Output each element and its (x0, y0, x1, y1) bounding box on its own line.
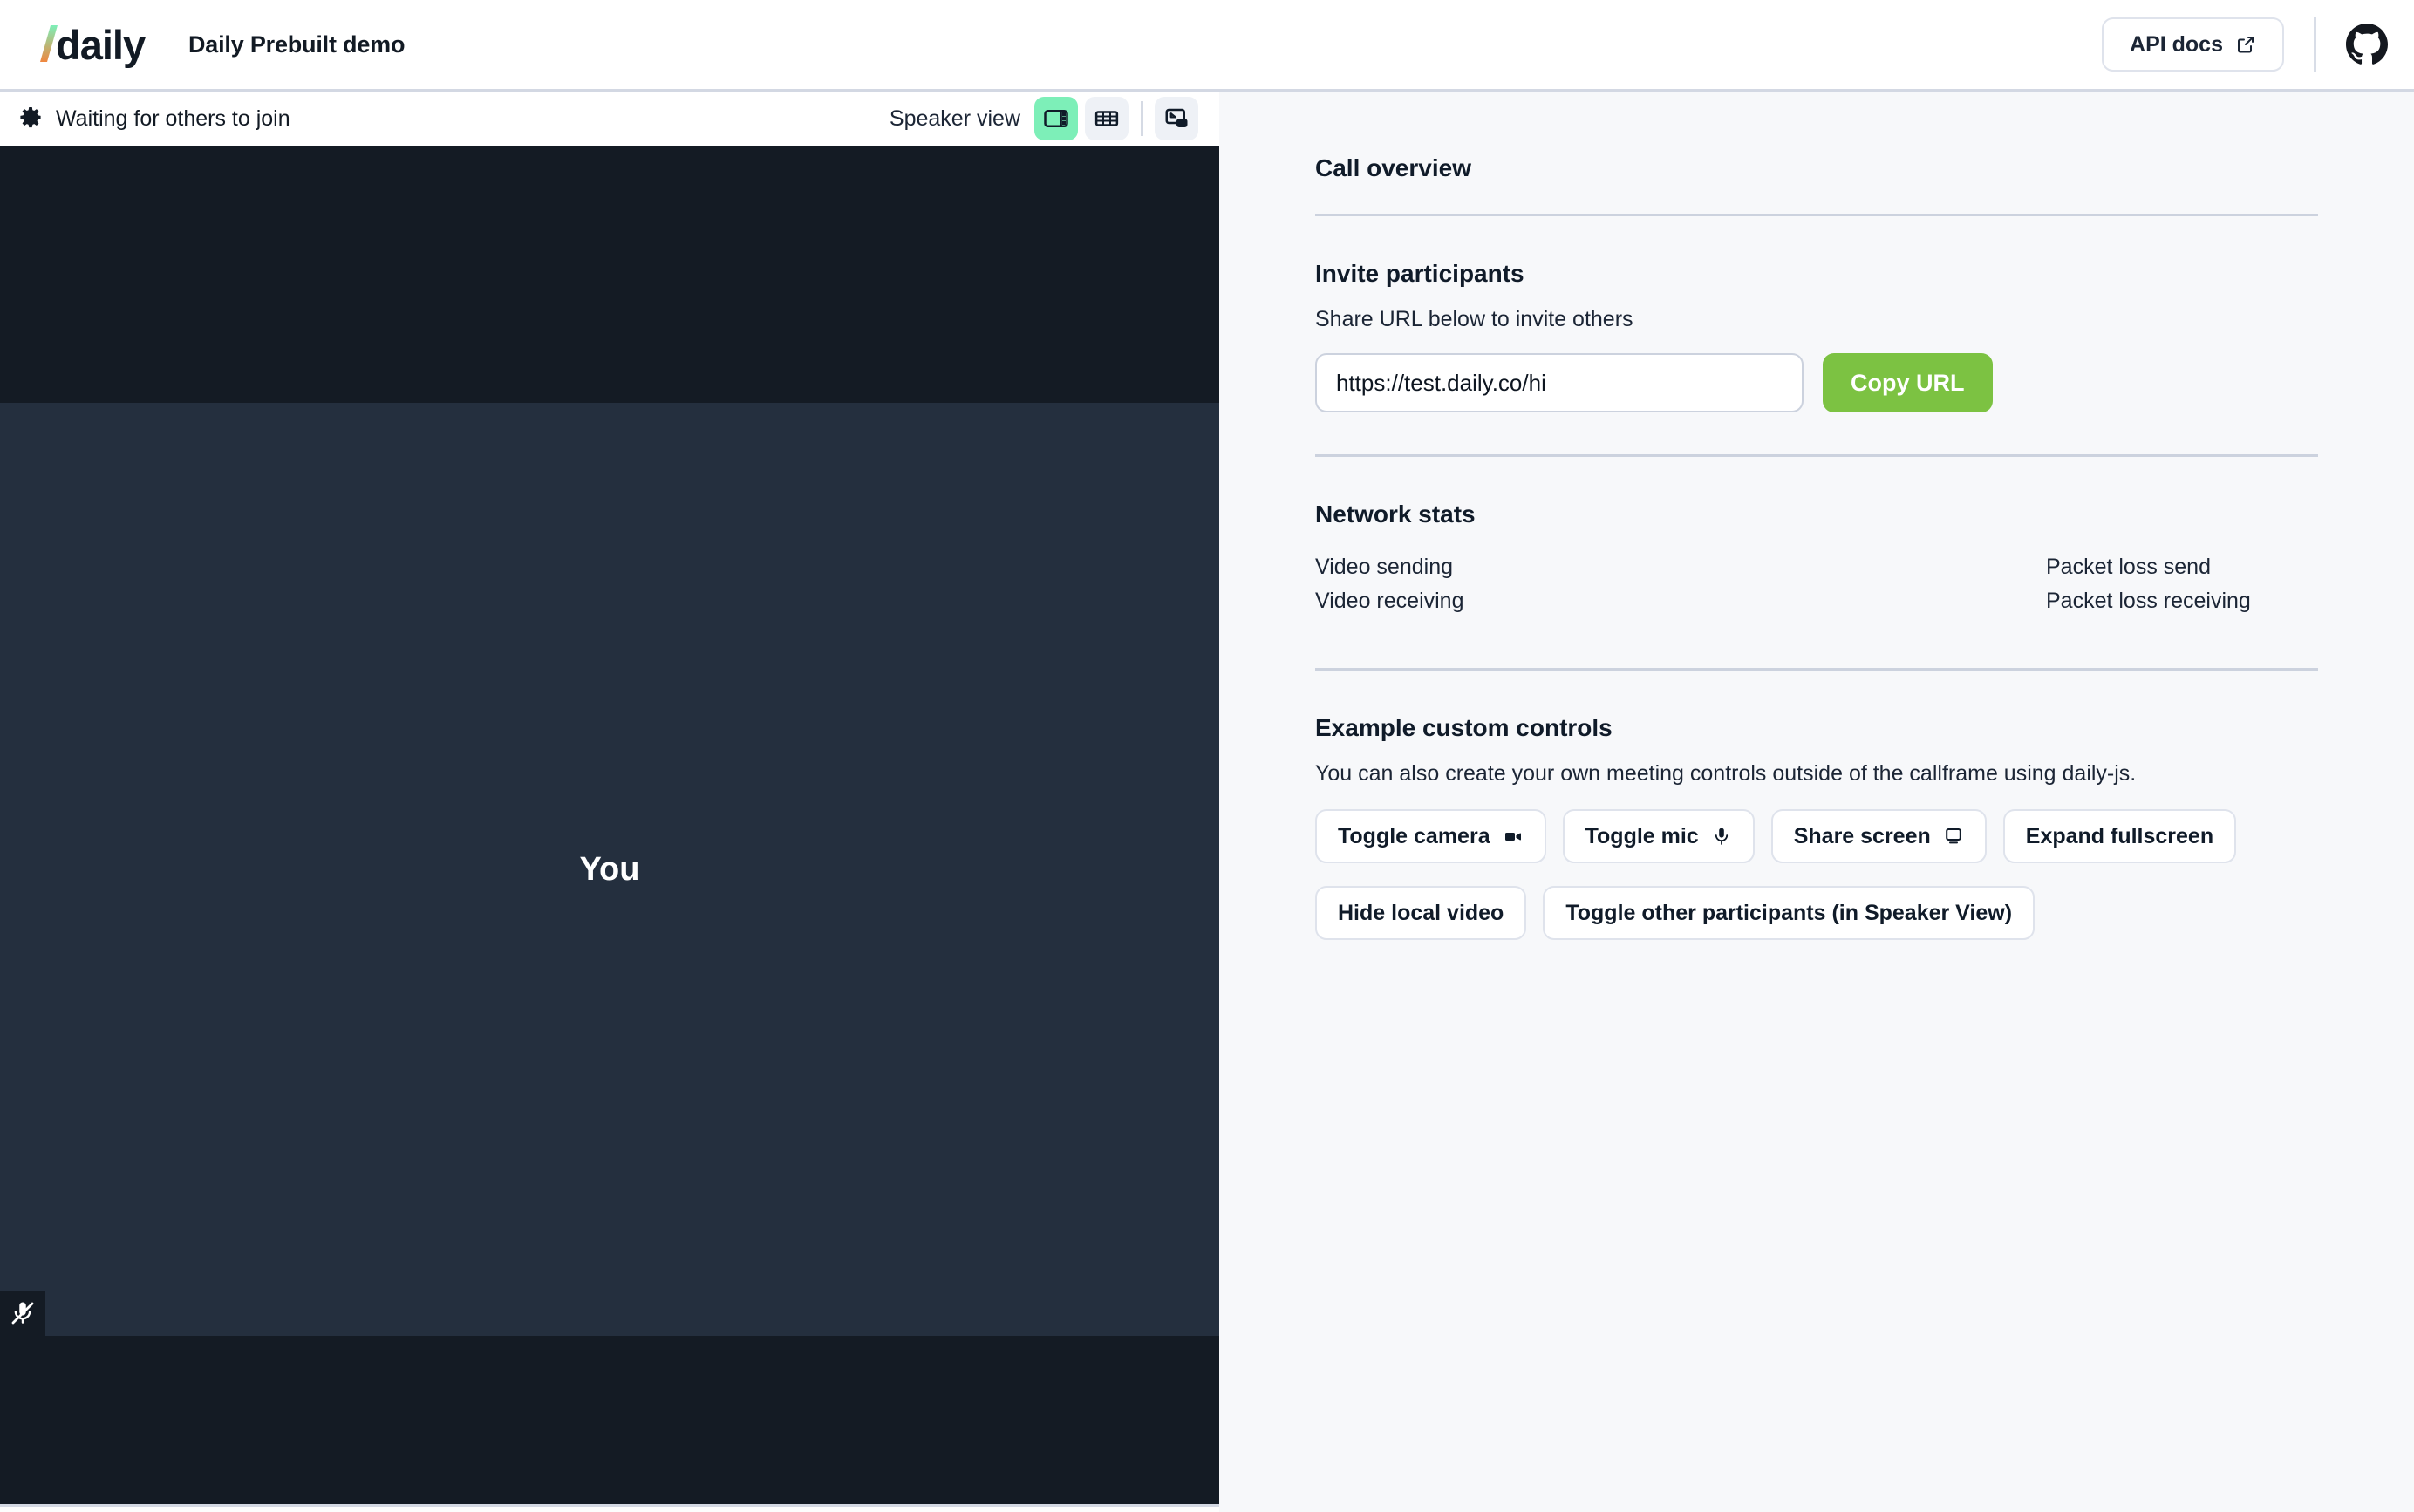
page-title: Daily Prebuilt demo (188, 31, 406, 58)
hide-local-video-label: Hide local video (1338, 900, 1504, 925)
picture-in-picture-icon (1165, 108, 1188, 127)
call-status-text: Waiting for others to join (56, 106, 290, 131)
speaker-view-button[interactable] (1034, 97, 1078, 140)
top-header: daily Daily Prebuilt demo API docs (0, 0, 2414, 92)
invite-url-input[interactable] (1315, 353, 1804, 412)
api-docs-button[interactable]: API docs (2102, 17, 2284, 72)
call-topbar: Waiting for others to join Speaker view (0, 92, 1219, 146)
camera-icon (1504, 833, 1521, 841)
custom-controls-row-2: Hide local video Toggle other participan… (1315, 886, 2318, 940)
video-stage: You (0, 146, 1219, 1512)
call-toolbar: Turn on (0, 1504, 1219, 1512)
picture-in-picture-button[interactable] (1155, 97, 1198, 140)
invite-participants-section: Invite participants Share URL below to i… (1315, 260, 2318, 457)
stat-packet-loss-receiving: Packet loss receiving (2046, 589, 2251, 613)
daily-logo-icon: daily (40, 22, 147, 68)
call-frame: Waiting for others to join Speaker view (0, 92, 1219, 1512)
stat-video-receiving: Video receiving (1315, 589, 1464, 613)
toggle-other-participants-label: Toggle other participants (in Speaker Vi… (1565, 900, 2013, 925)
view-controls-divider (1141, 101, 1143, 136)
stat-video-sending: Video sending (1315, 555, 1454, 579)
svg-text:daily: daily (56, 22, 146, 68)
grid-view-icon (1094, 111, 1119, 126)
toggle-other-participants-button[interactable]: Toggle other participants (in Speaker Vi… (1543, 886, 2036, 940)
toggle-mic-control-button[interactable]: Toggle mic (1562, 809, 1755, 863)
header-actions: API docs (2102, 17, 2388, 72)
mic-muted-badge (0, 1291, 45, 1336)
stat-packet-loss-send: Packet loss send (2046, 555, 2211, 579)
monitor-icon (1945, 828, 1961, 844)
toggle-mic-control-label: Toggle mic (1585, 823, 1699, 848)
settings-gear-button[interactable] (16, 104, 45, 133)
custom-controls-row-1: Toggle camera Toggle mic Share screen Ex… (1315, 809, 2318, 863)
brand-block: daily Daily Prebuilt demo (24, 20, 405, 69)
self-video-tile[interactable]: You (0, 403, 1219, 1336)
network-stats-section: Network stats Video sending Packet loss … (1315, 501, 2318, 671)
external-link-icon (2238, 37, 2254, 53)
share-screen-control-button[interactable]: Share screen (1770, 809, 1987, 863)
view-controls: Speaker view (890, 97, 1205, 140)
expand-fullscreen-label: Expand fullscreen (2025, 823, 2214, 848)
grid-view-button[interactable] (1085, 97, 1129, 140)
invite-url-row: Copy URL (1315, 353, 2318, 412)
header-divider (2314, 17, 2316, 72)
invite-subtitle: Share URL below to invite others (1315, 307, 1633, 331)
custom-controls-title: Example custom controls (1315, 714, 1613, 741)
speaker-view-icon (1044, 110, 1068, 127)
section-divider (1315, 454, 2318, 457)
hide-local-video-button[interactable]: Hide local video (1315, 886, 1527, 940)
invite-title: Invite participants (1315, 260, 1524, 287)
network-stats-title: Network stats (1315, 501, 1476, 528)
section-divider (1315, 668, 2318, 671)
expand-fullscreen-button[interactable]: Expand fullscreen (2002, 809, 2237, 863)
call-overview-title: Call overview (1315, 154, 1471, 181)
custom-controls-section: Example custom controls You can also cre… (1315, 714, 2318, 940)
section-divider (1315, 214, 2318, 216)
view-mode-label: Speaker view (889, 106, 1020, 131)
network-stats-grid: Video sending Packet loss send Video rec… (1315, 555, 2318, 614)
github-icon (2346, 24, 2388, 65)
call-overview-section: Call overview (1315, 154, 2318, 216)
mic-off-icon (11, 1302, 34, 1325)
github-link[interactable] (2346, 24, 2388, 65)
share-screen-control-label: Share screen (1793, 823, 1931, 848)
mic-icon (1715, 828, 1728, 845)
custom-controls-description: You can also create your own meeting con… (1315, 761, 2137, 786)
toggle-camera-control-label: Toggle camera (1338, 823, 1490, 848)
side-panel: Call overview Invite participants Share … (1219, 92, 2414, 1512)
daily-logo[interactable]: daily (24, 20, 152, 69)
self-participant-name: You (579, 850, 640, 888)
api-docs-label: API docs (2130, 31, 2223, 57)
toggle-camera-control-button[interactable]: Toggle camera (1315, 809, 1546, 863)
gear-icon (20, 107, 41, 128)
copy-url-button[interactable]: Copy URL (1823, 353, 1993, 412)
